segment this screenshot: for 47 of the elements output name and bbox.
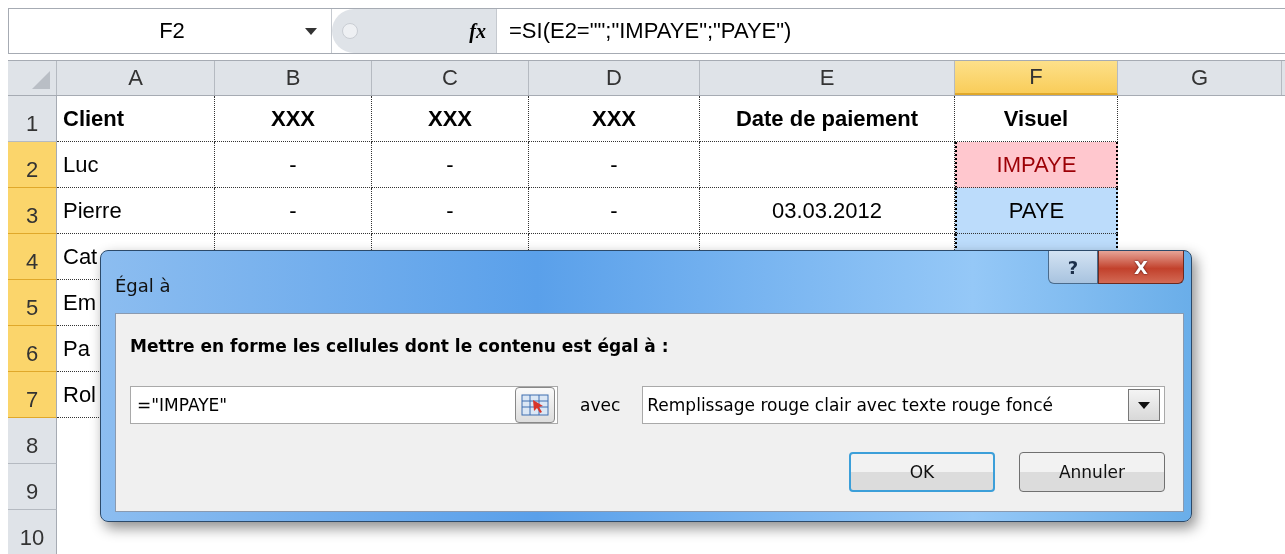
row-header[interactable]: 3: [8, 188, 57, 234]
column-header[interactable]: B: [215, 61, 372, 95]
table-cell: -: [529, 188, 700, 234]
row-header[interactable]: 7: [8, 372, 57, 418]
row-header[interactable]: 9: [8, 464, 57, 510]
row-header[interactable]: 6: [8, 326, 57, 372]
column-title: XXX: [529, 96, 700, 142]
help-button[interactable]: ?: [1048, 251, 1098, 284]
table-cell: Pierre: [57, 188, 215, 234]
column-title: Client: [57, 96, 215, 142]
table-cell: -: [372, 142, 529, 188]
row-header[interactable]: 5: [8, 280, 57, 326]
formula-field[interactable]: =SI(E2="";"IMPAYE";"PAYE"): [497, 18, 792, 44]
caret-icon: [1138, 401, 1150, 409]
row-header[interactable]: 10: [8, 510, 57, 554]
value-field[interactable]: ="IMPAYE": [130, 386, 558, 424]
ok-button[interactable]: OK: [849, 452, 995, 492]
name-box[interactable]: F2: [9, 9, 332, 53]
column-title: XXX: [372, 96, 529, 142]
insert-function-button[interactable]: fx: [469, 19, 486, 43]
row-header[interactable]: 8: [8, 418, 57, 464]
range-select-button[interactable]: [515, 387, 555, 423]
format-dropdown[interactable]: Remplissage rouge clair avec texte rouge foncé: [642, 386, 1165, 424]
resize-knob-icon[interactable]: [342, 23, 358, 39]
caret-icon: [305, 27, 317, 35]
column-title: XXX: [215, 96, 372, 142]
table-cell: -: [529, 142, 700, 188]
column-header[interactable]: D: [529, 61, 700, 95]
table-cell: IMPAYE: [955, 142, 1118, 188]
table-cell: PAYE: [955, 188, 1118, 234]
table-cell: -: [215, 142, 372, 188]
select-all-icon[interactable]: [32, 71, 50, 89]
range-select-icon: [521, 394, 549, 416]
column-header[interactable]: C: [372, 61, 529, 95]
column-header[interactable]: A: [57, 61, 215, 95]
table-cell: Luc: [57, 142, 215, 188]
column-title: Date de paiement: [700, 96, 955, 142]
row-header[interactable]: 1: [8, 96, 57, 142]
column-header[interactable]: F: [955, 61, 1118, 95]
close-button[interactable]: X: [1098, 251, 1184, 284]
table-cell: -: [372, 188, 529, 234]
row-header[interactable]: 2: [8, 142, 57, 188]
cancel-button[interactable]: Annuler: [1019, 452, 1165, 492]
avec-label: avec: [580, 395, 621, 415]
column-header[interactable]: G: [1118, 61, 1282, 95]
table-cell: -: [215, 188, 372, 234]
row-header[interactable]: 4: [8, 234, 57, 280]
